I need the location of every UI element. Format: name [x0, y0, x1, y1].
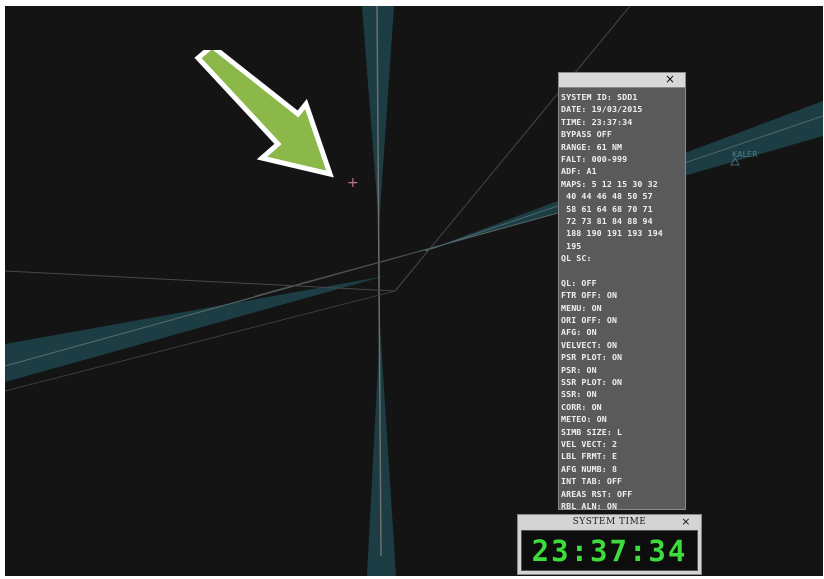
system-status-line: TIME: 23:37:34	[561, 116, 633, 127]
system-status-line: FTR OFF: ON	[561, 290, 618, 301]
info-panel-titlebar[interactable]: ×	[559, 72, 685, 88]
system-status-line: ORI OFF: ON	[561, 315, 618, 326]
system-status-line: MAPS: 5 12 15 30 32	[561, 178, 658, 189]
system-status-line: AFG NUMB: 8	[561, 463, 618, 474]
airway-sector-west	[5, 276, 385, 382]
system-status-line: PSR: ON	[561, 364, 597, 375]
system-status-line: DATE: 19/03/2015	[561, 104, 643, 115]
system-status-line: FALT: 000-999	[561, 153, 628, 164]
system-status-line: LBL FRMT: E	[561, 451, 618, 462]
system-status-line: ADF: A1	[561, 166, 597, 177]
radar-map-graphics	[5, 6, 823, 576]
system-status-line: 72 73 81 84 88 94	[561, 215, 653, 226]
system-status-list: SYSTEM ID: SDD1 DATE: 19/03/2015 TIME: 23:…	[559, 88, 685, 512]
system-status-line: AREAS RST: OFF	[561, 488, 633, 499]
system-status-line: SSR PLOT: ON	[561, 376, 623, 387]
system-status-line: SSR: ON	[561, 389, 597, 400]
system-status-line: 58 61 64 68 70 71	[561, 203, 653, 214]
system-info-panel[interactable]: × SYSTEM ID: SDD1 DATE: 19/03/2015 TIME: 2…	[558, 72, 686, 512]
system-status-line: QL SC:	[561, 253, 592, 264]
system-status-line: MENU: ON	[561, 302, 602, 313]
system-time-title: SYSTEM TIME	[572, 517, 647, 527]
system-status-line: METEO: ON	[561, 414, 607, 425]
system-status-line	[561, 264, 685, 276]
system-status-line: 195	[561, 240, 582, 251]
system-time-close-icon[interactable]: ×	[681, 515, 691, 529]
system-status-line: BYPASS OFF	[561, 129, 612, 140]
waypoint-label: KALER	[732, 150, 758, 159]
system-status-line: 188 190 191 193 194	[561, 228, 663, 239]
system-status-line: AFG: ON	[561, 327, 597, 338]
system-status-line: VELVECT: ON	[561, 339, 618, 350]
system-status-line: INT TAB: OFF	[561, 476, 623, 487]
system-status-line: PSR PLOT: ON	[561, 352, 623, 363]
system-status-line: VEL VECT: 2	[561, 438, 618, 449]
system-status-line: 40 44 46 48 50 57	[561, 191, 653, 202]
system-status-line: SIMB SIZE: L	[561, 426, 623, 437]
info-panel-close-icon[interactable]: ×	[665, 72, 675, 86]
system-time-titlebar[interactable]: SYSTEM TIME ×	[518, 515, 701, 529]
annotation-arrow-icon	[194, 50, 334, 178]
system-time-clock: 23:37:34	[521, 530, 698, 571]
system-status-line: RBL ALN: ON	[561, 500, 618, 511]
system-time-window[interactable]: SYSTEM TIME × 23:37:34	[517, 514, 702, 575]
cursor-crosshair-icon: +	[347, 175, 359, 191]
system-status-line: CORR: ON	[561, 401, 602, 412]
system-status-line: SYSTEM ID: SDD1	[561, 92, 638, 102]
system-status-line: QL: OFF	[561, 277, 597, 288]
system-status-line: RANGE: 61 NM	[561, 141, 623, 152]
radar-display[interactable]	[5, 6, 823, 576]
